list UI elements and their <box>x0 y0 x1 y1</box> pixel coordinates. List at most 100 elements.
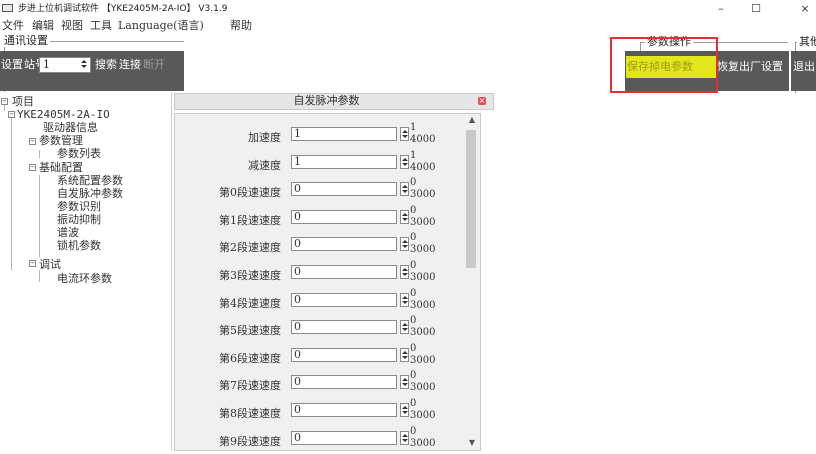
menu-language[interactable]: Language(语言) <box>118 17 204 35</box>
param-input[interactable]: 0 <box>291 265 397 279</box>
tree-line <box>11 112 12 270</box>
connect-button[interactable]: 连接 <box>119 56 141 74</box>
tree-item-vibration[interactable]: 振动抑制 <box>57 214 101 226</box>
tree-collapse-icon[interactable]: − <box>29 138 36 145</box>
param-max: 3000 <box>410 382 436 393</box>
maximize-button[interactable]: ☐ <box>741 0 771 17</box>
minimize-button[interactable]: – <box>706 0 736 17</box>
param-max: 3000 <box>410 244 436 255</box>
tree-item-driver-info[interactable]: 驱动器信息 <box>43 122 98 134</box>
param-spinner[interactable] <box>400 403 409 417</box>
tree-collapse-icon[interactable]: − <box>1 98 8 105</box>
param-label: 加速度 <box>248 131 281 144</box>
param-spinner[interactable] <box>400 265 409 279</box>
tree-item-param-mgmt[interactable]: 参数管理 <box>39 135 83 147</box>
param-input[interactable]: 0 <box>291 210 397 224</box>
highlight-box <box>610 37 718 93</box>
menu-view[interactable]: 视图 <box>61 17 83 35</box>
param-input[interactable]: 1 <box>291 127 397 141</box>
param-row: 第0段速速度 0 0 3000 <box>174 175 464 205</box>
exit-button[interactable]: 退出 <box>793 58 815 76</box>
tree-item-auto-pulse[interactable]: 自发脉冲参数 <box>57 188 123 200</box>
restore-factory-button[interactable]: 恢复出厂设置 <box>717 58 783 76</box>
param-spinner[interactable] <box>400 348 409 362</box>
param-label: 第5段速速度 <box>219 324 281 337</box>
param-min: 0 <box>410 315 417 326</box>
tree-item-param-identify[interactable]: 参数识别 <box>57 201 101 213</box>
tree-item-lock-params[interactable]: 锁机参数 <box>57 240 101 252</box>
param-input[interactable]: 0 <box>291 320 397 334</box>
tree-item-param-list[interactable]: 参数列表 <box>57 148 101 160</box>
param-spinner[interactable] <box>400 293 409 307</box>
param-spinner[interactable] <box>400 182 409 196</box>
tree-root[interactable]: 项目 <box>12 96 34 108</box>
tree-item-spectrum[interactable]: 谱波 <box>57 227 79 239</box>
param-label: 第7段速速度 <box>219 379 281 392</box>
disconnect-button[interactable]: 断开 <box>143 56 165 74</box>
param-max: 4000 <box>410 134 436 145</box>
tree-device[interactable]: YKE2405M-2A-IO <box>17 109 110 121</box>
param-label: 第2段速速度 <box>219 241 281 254</box>
window-title: 步进上位机调试软件 【YKE2405M-2A-IO】 V3.1.9 <box>18 4 228 14</box>
menu-tools[interactable]: 工具 <box>90 17 112 35</box>
scroll-down-icon[interactable]: ▼ <box>466 438 478 447</box>
tree-item-basic-config[interactable]: 基础配置 <box>39 162 83 174</box>
param-row: 第8段速速度 0 0 3000 <box>174 396 464 426</box>
param-min: 0 <box>410 426 417 437</box>
param-label: 第9段速速度 <box>219 435 281 448</box>
param-input[interactable]: 0 <box>291 293 397 307</box>
comm-group-title: 通讯设置 <box>2 34 50 47</box>
station-spin-arrows[interactable] <box>80 58 89 72</box>
param-row: 第5段速速度 0 0 3000 <box>174 313 464 343</box>
param-spinner[interactable] <box>400 320 409 334</box>
param-spinner[interactable] <box>400 155 409 169</box>
param-input[interactable]: 0 <box>291 182 397 196</box>
param-max: 4000 <box>410 162 436 173</box>
param-spinner[interactable] <box>400 127 409 141</box>
param-label: 第8段速速度 <box>219 407 281 420</box>
tree-collapse-icon[interactable]: − <box>29 164 36 171</box>
param-spinner[interactable] <box>400 237 409 251</box>
param-row: 第9段速速度 0 0 3000 <box>174 424 464 454</box>
search-button[interactable]: 搜索 <box>95 56 117 74</box>
param-max: 3000 <box>410 355 436 366</box>
param-max: 3000 <box>410 189 436 200</box>
param-spinner[interactable] <box>400 210 409 224</box>
param-max: 3000 <box>410 438 436 449</box>
param-input[interactable]: 1 <box>291 155 397 169</box>
param-label: 减速度 <box>248 159 281 172</box>
tab-auto-pulse[interactable]: 自发脉冲参数 <box>174 93 479 110</box>
tree-item-debug[interactable]: 调试 <box>39 259 61 271</box>
menu-edit[interactable]: 编辑 <box>32 17 54 35</box>
param-min: 0 <box>410 205 417 216</box>
param-input[interactable]: 0 <box>291 348 397 362</box>
tree-line <box>39 270 40 282</box>
param-label: 第4段速速度 <box>219 297 281 310</box>
scroll-thumb[interactable] <box>466 130 476 268</box>
param-max: 3000 <box>410 272 436 283</box>
param-min: 1 <box>410 122 417 133</box>
settings-button[interactable]: 设置 <box>1 56 23 74</box>
menu-help[interactable]: 帮助 <box>230 17 252 35</box>
param-max: 3000 <box>410 410 436 421</box>
param-spinner[interactable] <box>400 431 409 445</box>
param-label: 第3段速速度 <box>219 269 281 282</box>
param-input[interactable]: 0 <box>291 403 397 417</box>
param-input[interactable]: 0 <box>291 431 397 445</box>
param-spinner[interactable] <box>400 375 409 389</box>
param-label: 第6段速速度 <box>219 352 281 365</box>
tree-item-current-loop[interactable]: 电流环参数 <box>57 273 112 285</box>
param-min: 0 <box>410 343 417 354</box>
close-button[interactable]: × <box>790 0 816 17</box>
param-input[interactable]: 0 <box>291 375 397 389</box>
menu-file[interactable]: 文件 <box>2 17 24 35</box>
tree-collapse-icon[interactable]: − <box>29 260 36 267</box>
param-row: 减速度 1 1 4000 <box>174 148 464 178</box>
param-input[interactable]: 0 <box>291 237 397 251</box>
close-x-icon[interactable]: × <box>478 96 486 105</box>
param-label: 第1段速速度 <box>219 214 281 227</box>
scroll-up-icon[interactable]: ▲ <box>466 115 478 124</box>
station-spinner[interactable]: 1 <box>39 57 91 73</box>
tree-item-sys-config[interactable]: 系统配置参数 <box>57 175 123 187</box>
tree-collapse-icon[interactable]: − <box>8 111 15 118</box>
